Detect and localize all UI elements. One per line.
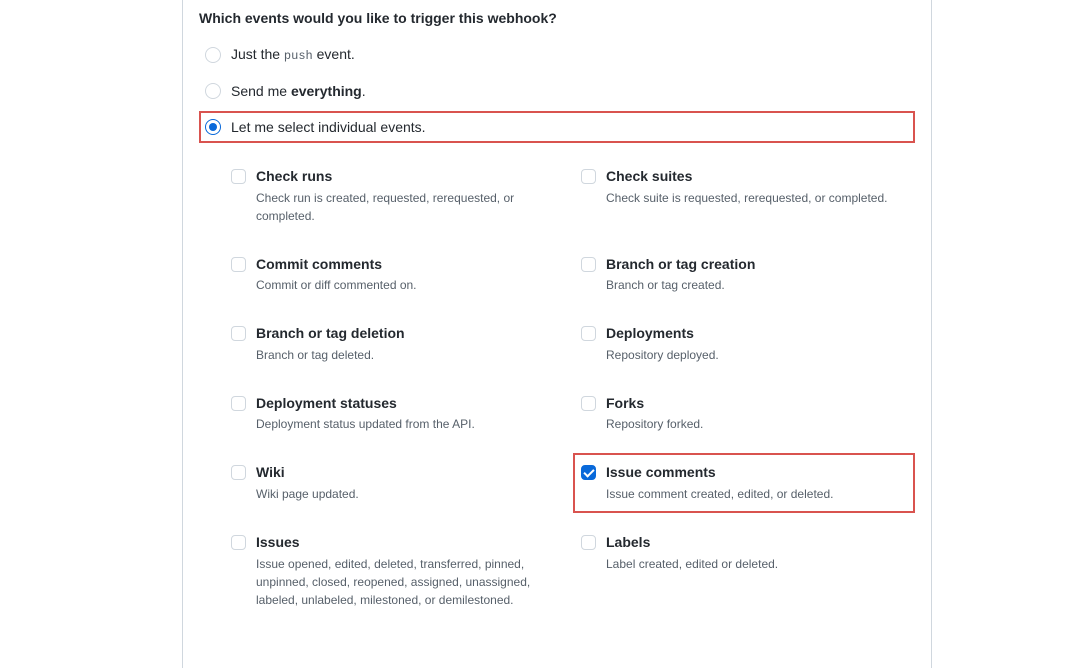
event-issue-comments-title: Issue comments <box>606 463 907 483</box>
checkbox-branch-tag-deletion[interactable] <box>231 326 246 341</box>
checkbox-issue-comments[interactable] <box>581 465 596 480</box>
event-wiki-title: Wiki <box>256 463 557 483</box>
event-deployments: Deployments Repository deployed. <box>573 314 915 374</box>
radio-row-individual[interactable]: Let me select individual events. <box>199 111 915 143</box>
checkbox-check-runs[interactable] <box>231 169 246 184</box>
event-deployments-desc: Repository deployed. <box>606 346 907 364</box>
event-branch-tag-creation-title: Branch or tag creation <box>606 255 907 275</box>
event-issues: Issues Issue opened, edited, deleted, tr… <box>223 523 565 619</box>
event-issue-comments-desc: Issue comment created, edited, or delete… <box>606 485 907 503</box>
event-deployment-statuses: Deployment statuses Deployment status up… <box>223 384 565 444</box>
radio-push-suffix: event. <box>313 46 355 62</box>
checkbox-forks[interactable] <box>581 396 596 411</box>
event-branch-tag-deletion-desc: Branch or tag deleted. <box>256 346 557 364</box>
checkbox-check-suites[interactable] <box>581 169 596 184</box>
radio-everything-suffix: . <box>362 83 366 99</box>
webhook-events-panel: Which events would you like to trigger t… <box>182 0 932 668</box>
webhook-events-heading: Which events would you like to trigger t… <box>199 10 915 26</box>
radio-everything[interactable] <box>205 83 221 99</box>
radio-push-label: Just the push event. <box>231 46 355 63</box>
event-forks-title: Forks <box>606 394 907 414</box>
event-issues-desc: Issue opened, edited, deleted, transferr… <box>256 555 557 609</box>
event-commit-comments-title: Commit comments <box>256 255 557 275</box>
checkbox-branch-tag-creation[interactable] <box>581 257 596 272</box>
radio-push-code: push <box>284 49 313 63</box>
checkbox-deployments[interactable] <box>581 326 596 341</box>
event-commit-comments-desc: Commit or diff commented on. <box>256 276 557 294</box>
event-check-suites: Check suites Check suite is requested, r… <box>573 157 915 235</box>
event-check-suites-title: Check suites <box>606 167 907 187</box>
radio-individual[interactable] <box>205 119 221 135</box>
event-deployment-statuses-title: Deployment statuses <box>256 394 557 414</box>
event-check-runs-title: Check runs <box>256 167 557 187</box>
radio-everything-prefix: Send me <box>231 83 291 99</box>
event-forks-desc: Repository forked. <box>606 415 907 433</box>
event-branch-tag-deletion-title: Branch or tag deletion <box>256 324 557 344</box>
event-commit-comments: Commit comments Commit or diff commented… <box>223 245 565 305</box>
event-check-suites-desc: Check suite is requested, rerequested, o… <box>606 189 907 207</box>
trigger-radio-group: Just the push event. Send me everything.… <box>199 38 915 143</box>
checkbox-commit-comments[interactable] <box>231 257 246 272</box>
radio-push-prefix: Just the <box>231 46 284 62</box>
checkbox-deployment-statuses[interactable] <box>231 396 246 411</box>
event-forks: Forks Repository forked. <box>573 384 915 444</box>
event-branch-tag-creation: Branch or tag creation Branch or tag cre… <box>573 245 915 305</box>
radio-row-push[interactable]: Just the push event. <box>199 38 915 71</box>
event-wiki: Wiki Wiki page updated. <box>223 453 565 513</box>
radio-individual-label: Let me select individual events. <box>231 119 426 135</box>
radio-everything-strong: everything <box>291 83 362 99</box>
event-labels: Labels Label created, edited or deleted. <box>573 523 915 619</box>
event-labels-title: Labels <box>606 533 907 553</box>
event-deployment-statuses-desc: Deployment status updated from the API. <box>256 415 557 433</box>
events-grid: Check runs Check run is created, request… <box>199 157 915 629</box>
event-issue-comments: Issue comments Issue comment created, ed… <box>573 453 915 513</box>
event-check-runs-desc: Check run is created, requested, rereque… <box>256 189 557 225</box>
radio-row-everything[interactable]: Send me everything. <box>199 75 915 107</box>
radio-push[interactable] <box>205 47 221 63</box>
checkbox-issues[interactable] <box>231 535 246 550</box>
event-wiki-desc: Wiki page updated. <box>256 485 557 503</box>
checkbox-labels[interactable] <box>581 535 596 550</box>
radio-everything-label: Send me everything. <box>231 83 366 99</box>
event-branch-tag-deletion: Branch or tag deletion Branch or tag del… <box>223 314 565 374</box>
event-issues-title: Issues <box>256 533 557 553</box>
event-check-runs: Check runs Check run is created, request… <box>223 157 565 235</box>
event-labels-desc: Label created, edited or deleted. <box>606 555 907 573</box>
event-branch-tag-creation-desc: Branch or tag created. <box>606 276 907 294</box>
checkbox-wiki[interactable] <box>231 465 246 480</box>
event-deployments-title: Deployments <box>606 324 907 344</box>
